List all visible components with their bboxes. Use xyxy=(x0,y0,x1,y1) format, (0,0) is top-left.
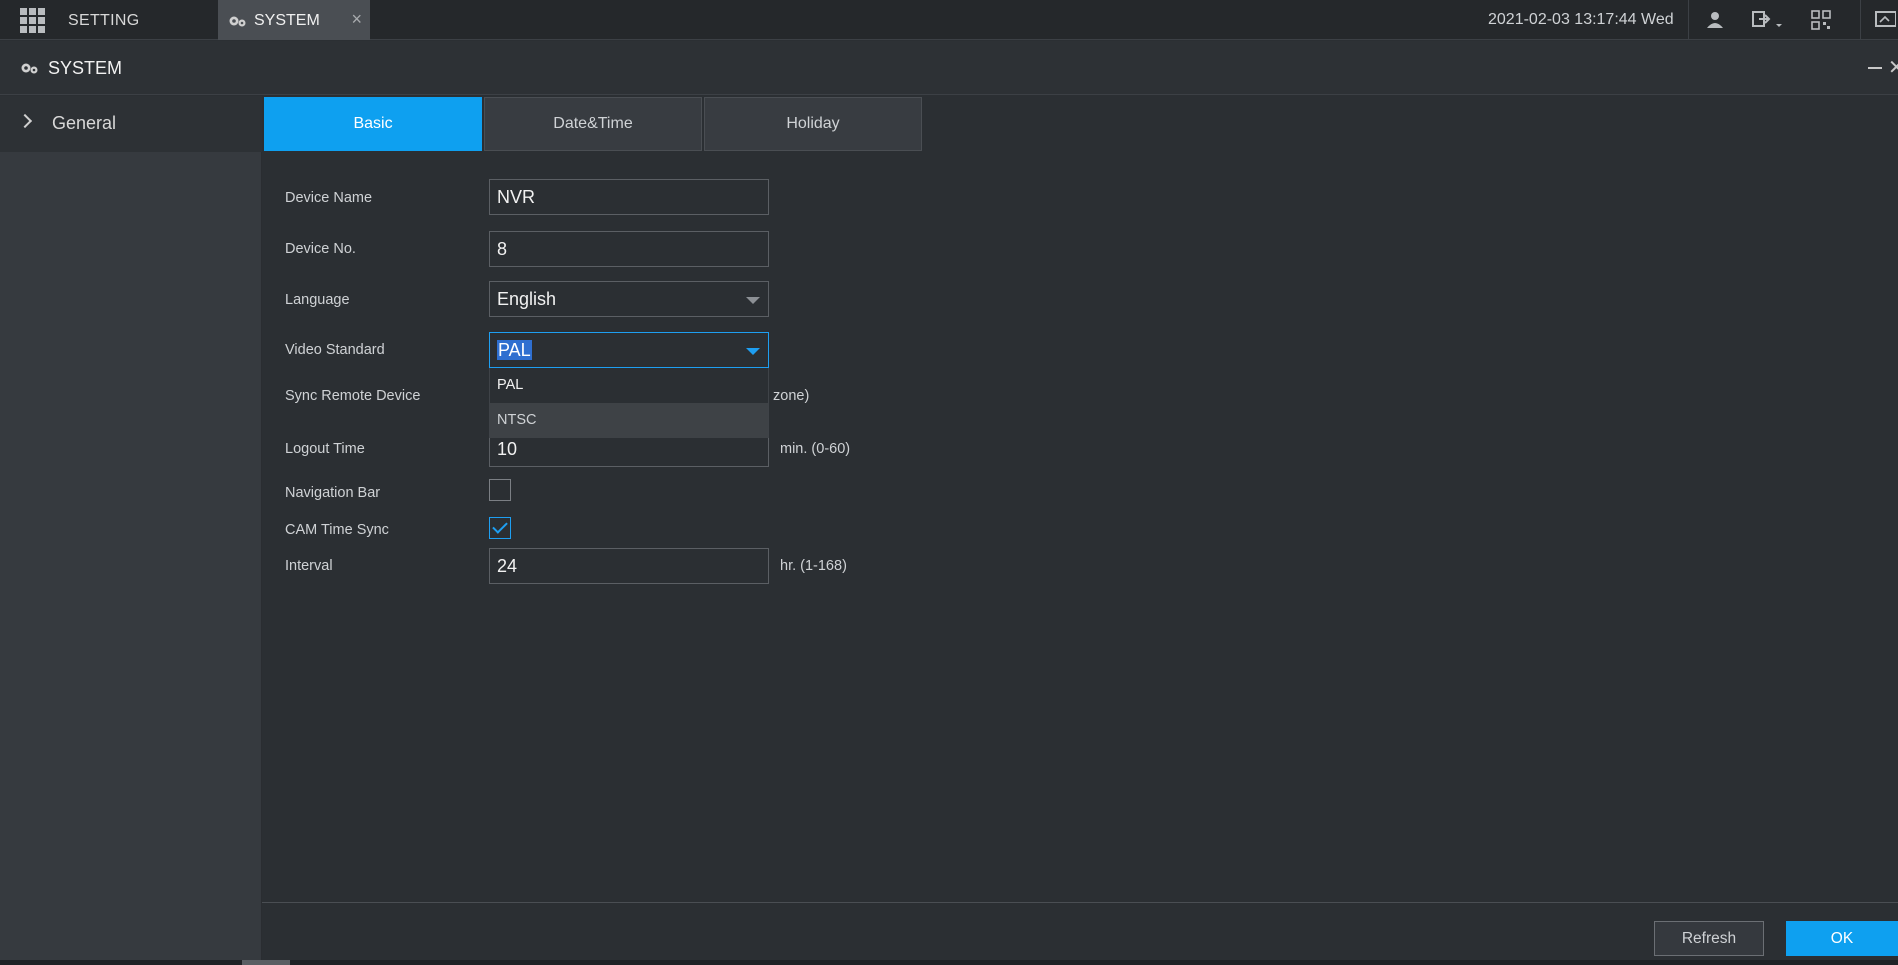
bottom-scrollbar xyxy=(0,960,1898,965)
device-name-field[interactable]: NVR xyxy=(489,179,769,215)
tab-date-time[interactable]: Date&Time xyxy=(484,97,702,151)
tab-holiday[interactable]: Holiday xyxy=(704,97,922,151)
navigation-bar-label: Navigation Bar xyxy=(285,485,381,501)
video-standard-value: PAL xyxy=(497,340,532,360)
video-standard-label: Video Standard xyxy=(285,342,385,358)
logout-time-label: Logout Time xyxy=(285,441,365,457)
divider xyxy=(1688,0,1689,40)
language-select[interactable]: English xyxy=(489,281,769,317)
sidebar-item-general[interactable]: General xyxy=(0,96,262,152)
gears-icon xyxy=(229,16,246,27)
chevron-down-icon xyxy=(746,348,760,355)
logout-icon[interactable] xyxy=(1750,9,1784,31)
qr-code-icon[interactable] xyxy=(1810,9,1832,31)
device-no-label: Device No. xyxy=(285,241,356,257)
interval-label: Interval xyxy=(285,558,333,574)
ok-button[interactable]: OK xyxy=(1786,921,1898,956)
refresh-button[interactable]: Refresh xyxy=(1654,921,1764,956)
user-icon[interactable] xyxy=(1704,9,1726,31)
cam-time-sync-label: CAM Time Sync xyxy=(285,522,389,538)
chevron-right-icon xyxy=(17,113,33,129)
display-icon[interactable] xyxy=(1874,9,1896,31)
option-pal[interactable]: PAL xyxy=(490,368,768,403)
minimize-button[interactable] xyxy=(1868,67,1882,69)
device-name-label: Device Name xyxy=(285,190,373,206)
sync-remote-device-hint: zone) xyxy=(773,388,810,404)
sidebar: General xyxy=(0,96,262,965)
system-datetime: 2021-02-03 13:17:44 Wed xyxy=(1488,11,1674,28)
scrollbar-thumb[interactable] xyxy=(242,960,290,965)
option-ntsc[interactable]: NTSC xyxy=(490,403,768,438)
language-value: English xyxy=(497,289,557,309)
interval-hint: hr. (1-168) xyxy=(780,558,847,574)
sidebar-item-label: General xyxy=(52,113,117,133)
language-label: Language xyxy=(285,292,350,308)
window-title-bar: SYSTEM ✕ xyxy=(0,41,1898,95)
divider xyxy=(262,902,1898,903)
close-window-icon[interactable]: ✕ xyxy=(1888,55,1898,80)
main-menu-grid-icon[interactable] xyxy=(20,8,46,33)
logout-time-hint: min. (0-60) xyxy=(780,441,851,457)
tab-basic[interactable]: Basic xyxy=(264,97,482,151)
chevron-down-icon xyxy=(746,297,760,304)
tab-system-label: SYSTEM xyxy=(254,12,320,29)
window-title: SYSTEM xyxy=(48,58,123,78)
sync-remote-device-label: Sync Remote Device xyxy=(285,388,421,404)
setting-menu-label[interactable]: SETTING xyxy=(68,12,139,30)
top-bar: SETTING SYSTEM × 2021-02-03 13:17:44 Wed xyxy=(0,0,1898,40)
interval-field[interactable]: 24 xyxy=(489,548,769,584)
divider xyxy=(1860,0,1861,40)
tab-system[interactable]: SYSTEM × xyxy=(218,0,370,40)
gears-icon xyxy=(21,63,38,74)
cam-time-sync-checkbox[interactable] xyxy=(489,517,511,539)
video-standard-select[interactable]: PAL xyxy=(489,332,769,368)
device-no-field[interactable]: 8 xyxy=(489,231,769,267)
video-standard-dropdown: PAL NTSC xyxy=(489,368,769,438)
tab-close-icon[interactable]: × xyxy=(351,9,362,30)
navigation-bar-checkbox[interactable] xyxy=(489,479,511,501)
